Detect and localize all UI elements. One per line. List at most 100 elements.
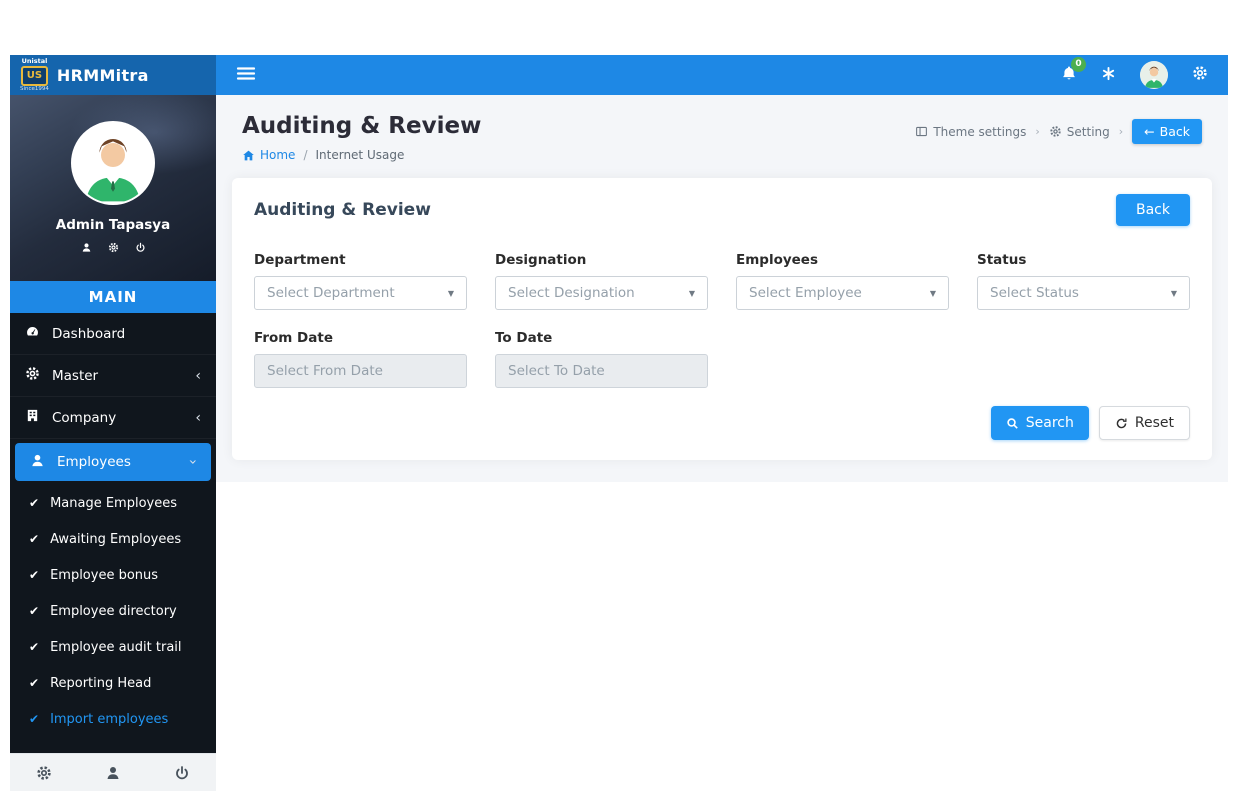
select-placeholder: Select Designation xyxy=(508,285,635,301)
employee-select[interactable]: Select Employee ▼ xyxy=(736,276,949,310)
sidebar-item-company[interactable]: Company ‹ xyxy=(10,397,216,439)
sidebar-item-label: Employees xyxy=(57,454,131,470)
main-section-label: MAIN xyxy=(10,281,216,313)
profile-settings-icon[interactable] xyxy=(108,242,119,253)
logo-mark: US xyxy=(20,65,48,86)
page-header: Auditing & Review Home / Internet Usage … xyxy=(232,109,1212,162)
theme-settings-label: Theme settings xyxy=(933,124,1027,139)
submenu-item-label: Employee bonus xyxy=(50,567,159,583)
sidebar-toggle-button[interactable] xyxy=(236,66,256,85)
asterisk-icon xyxy=(1101,66,1116,85)
submenu-item-employee-bonus[interactable]: ✔ Employee bonus xyxy=(10,557,216,593)
sidebar-item-master[interactable]: Master ‹ xyxy=(10,355,216,397)
breadcrumb-current: Internet Usage xyxy=(315,148,405,162)
main-content: Auditing & Review Home / Internet Usage … xyxy=(216,95,1228,791)
check-icon: ✔ xyxy=(29,496,40,510)
chevron-left-icon: ‹ xyxy=(195,367,201,384)
brand: Unistal US Since1994 HRMMitra xyxy=(10,55,216,95)
submenu-item-employee-audit-trail[interactable]: ✔ Employee audit trail xyxy=(10,629,216,665)
submenu-item-manage-employees[interactable]: ✔ Manage Employees xyxy=(10,485,216,521)
profile-power-icon[interactable] xyxy=(135,242,146,253)
field-to-date: To Date xyxy=(495,330,708,388)
department-select[interactable]: Select Department ▼ xyxy=(254,276,467,310)
caret-down-icon: ▼ xyxy=(447,288,454,298)
from-date-input[interactable] xyxy=(254,354,467,388)
submenu-item-label: Employee audit trail xyxy=(50,639,182,655)
brand-name: HRMMitra xyxy=(56,65,149,85)
select-placeholder: Select Employee xyxy=(749,285,862,301)
submenu-item-awaiting-employees[interactable]: ✔ Awaiting Employees xyxy=(10,521,216,557)
sidebar-menu: Dashboard Master ‹ Company ‹ Employees ‹… xyxy=(10,313,216,737)
theme-settings-link[interactable]: Theme settings xyxy=(915,125,1026,139)
footer-settings-icon[interactable] xyxy=(36,765,52,781)
sidebar-item-label: Company xyxy=(52,409,117,426)
submenu-item-reporting-head[interactable]: ✔ Reporting Head xyxy=(10,665,216,701)
breadcrumb-home-label: Home xyxy=(260,148,296,162)
to-date-input[interactable] xyxy=(495,354,708,388)
setting-link[interactable]: Setting xyxy=(1049,125,1110,139)
profile-panel: Admin Tapasya xyxy=(10,95,216,281)
check-icon: ✔ xyxy=(29,676,40,690)
profile-user-icon[interactable] xyxy=(81,242,92,253)
reset-button-label: Reset xyxy=(1134,415,1174,431)
employees-label: Employees xyxy=(736,252,819,268)
topbar: Unistal US Since1994 HRMMitra 0 xyxy=(10,55,1228,95)
hamburger-icon xyxy=(236,66,256,85)
caret-down-icon: ▼ xyxy=(688,288,695,298)
gear-icon xyxy=(1050,126,1061,137)
page-title: Auditing & Review xyxy=(242,113,482,139)
search-button[interactable]: Search xyxy=(990,406,1089,440)
check-icon: ✔ xyxy=(29,568,40,582)
submenu-item-label: Awaiting Employees xyxy=(50,531,182,547)
unistal-logo: Unistal US Since1994 xyxy=(20,58,49,92)
setting-label: Setting xyxy=(1066,124,1110,139)
search-icon xyxy=(1007,417,1018,429)
notification-badge: 0 xyxy=(1071,56,1086,72)
notifications-button[interactable]: 0 xyxy=(1061,56,1086,86)
arrow-left-icon: ← xyxy=(1144,124,1155,139)
back-button-card[interactable]: Back xyxy=(1116,194,1190,226)
filter-form: Department Select Department ▼ Designati… xyxy=(254,252,1190,310)
sidebar-item-dashboard[interactable]: Dashboard xyxy=(10,313,216,355)
designation-select[interactable]: Select Designation ▼ xyxy=(495,276,708,310)
breadcrumb: Home / Internet Usage xyxy=(242,148,481,162)
meta-separator: › xyxy=(1035,125,1040,138)
user-avatar[interactable] xyxy=(1140,61,1168,89)
footer-user-icon[interactable] xyxy=(105,765,121,781)
auditing-review-card: Auditing & Review Back Department Select… xyxy=(232,178,1212,460)
submenu-item-label: Import employees xyxy=(50,711,169,727)
select-placeholder: Select Status xyxy=(990,285,1079,301)
content-area: Auditing & Review Home / Internet Usage … xyxy=(216,95,1228,482)
field-employees: Employees Select Employee ▼ xyxy=(736,252,949,310)
logo-bottom-text: Since1994 xyxy=(20,85,49,92)
theme-switcher-button[interactable] xyxy=(1101,66,1116,85)
topbar-settings-button[interactable] xyxy=(1192,65,1208,85)
building-icon xyxy=(25,408,40,427)
check-icon: ✔ xyxy=(29,604,40,618)
field-designation: Designation Select Designation ▼ xyxy=(495,252,708,310)
footer-power-icon[interactable] xyxy=(174,765,190,781)
employees-submenu: ✔ Manage Employees ✔ Awaiting Employees … xyxy=(10,485,216,737)
reset-button[interactable]: Reset xyxy=(1098,406,1190,440)
gear-icon xyxy=(25,366,40,385)
status-select[interactable]: Select Status ▼ xyxy=(977,276,1190,310)
breadcrumb-home-link[interactable]: Home xyxy=(242,148,295,162)
check-icon: ✔ xyxy=(29,712,40,726)
dashboard-icon xyxy=(25,324,40,343)
status-label: Status xyxy=(977,252,1027,268)
submenu-item-employee-directory[interactable]: ✔ Employee directory xyxy=(10,593,216,629)
caret-down-icon: ▼ xyxy=(1170,288,1177,298)
sidebar-item-label: Dashboard xyxy=(52,325,126,342)
profile-name: Admin Tapasya xyxy=(55,217,171,233)
back-button-top[interactable]: ← Back xyxy=(1132,119,1202,144)
search-button-label: Search xyxy=(1025,415,1074,431)
card-header: Auditing & Review Back xyxy=(254,194,1190,226)
home-icon xyxy=(243,150,254,160)
submenu-item-label: Reporting Head xyxy=(50,675,152,691)
submenu-item-import-employees[interactable]: ✔ Import employees xyxy=(10,701,216,737)
app-window: Unistal US Since1994 HRMMitra 0 Admin Ta… xyxy=(10,55,1228,791)
refresh-icon xyxy=(1116,417,1127,428)
sidebar-item-employees[interactable]: Employees ‹ xyxy=(15,443,211,481)
meta-separator: › xyxy=(1118,125,1124,138)
submenu-item-label: Employee directory xyxy=(50,603,177,619)
